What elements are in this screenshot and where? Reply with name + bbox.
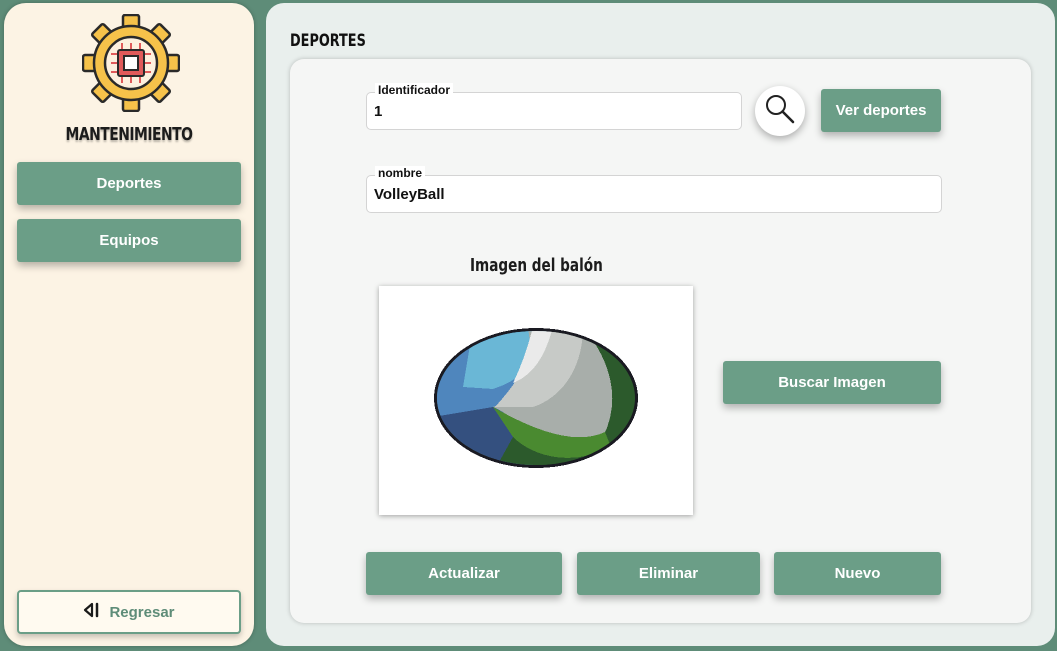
form-card: Identificador Ver deportes nombre Imagen… [290, 59, 1031, 623]
sidebar-title: MANTENIMIENTO [65, 124, 193, 145]
search-image-button[interactable]: Buscar Imagen [723, 361, 941, 404]
search-image-button-label: Buscar Imagen [778, 374, 886, 391]
sidebar-item-label: Deportes [96, 175, 162, 192]
sidebar-item-deportes[interactable]: Deportes [17, 162, 241, 205]
sidebar-item-equipos[interactable]: Equipos [17, 219, 241, 262]
image-title: Imagen del balón [470, 255, 603, 276]
view-sports-button-label: Ver deportes [835, 102, 927, 119]
back-button-label: Regresar [109, 603, 175, 621]
sidebar-item-label: Equipos [99, 232, 159, 249]
update-button-label: Actualizar [428, 565, 500, 582]
search-button[interactable] [755, 86, 805, 136]
search-icon [763, 92, 797, 130]
page-title: DEPORTES [290, 31, 366, 51]
volleyball-image [434, 328, 638, 468]
main-panel: DEPORTES Identificador Ver deportes nomb… [266, 3, 1055, 646]
delete-button-label: Eliminar [638, 565, 699, 582]
sidebar: MANTENIMIENTO Deportes Equipos Regresar [4, 3, 254, 646]
ball-image [379, 286, 693, 515]
back-arrow-icon [83, 601, 101, 623]
gear-chip-icon [81, 13, 181, 113]
name-input[interactable] [374, 176, 935, 212]
delete-button[interactable]: Eliminar [577, 552, 760, 595]
id-field[interactable]: Identificador [366, 83, 742, 130]
new-button[interactable]: Nuevo [774, 552, 941, 595]
new-button-label: Nuevo [834, 565, 881, 582]
name-field[interactable]: nombre [366, 166, 942, 213]
back-button[interactable]: Regresar [17, 590, 241, 634]
update-button[interactable]: Actualizar [366, 552, 562, 595]
view-sports-button[interactable]: Ver deportes [821, 89, 941, 132]
id-input[interactable] [374, 93, 735, 129]
